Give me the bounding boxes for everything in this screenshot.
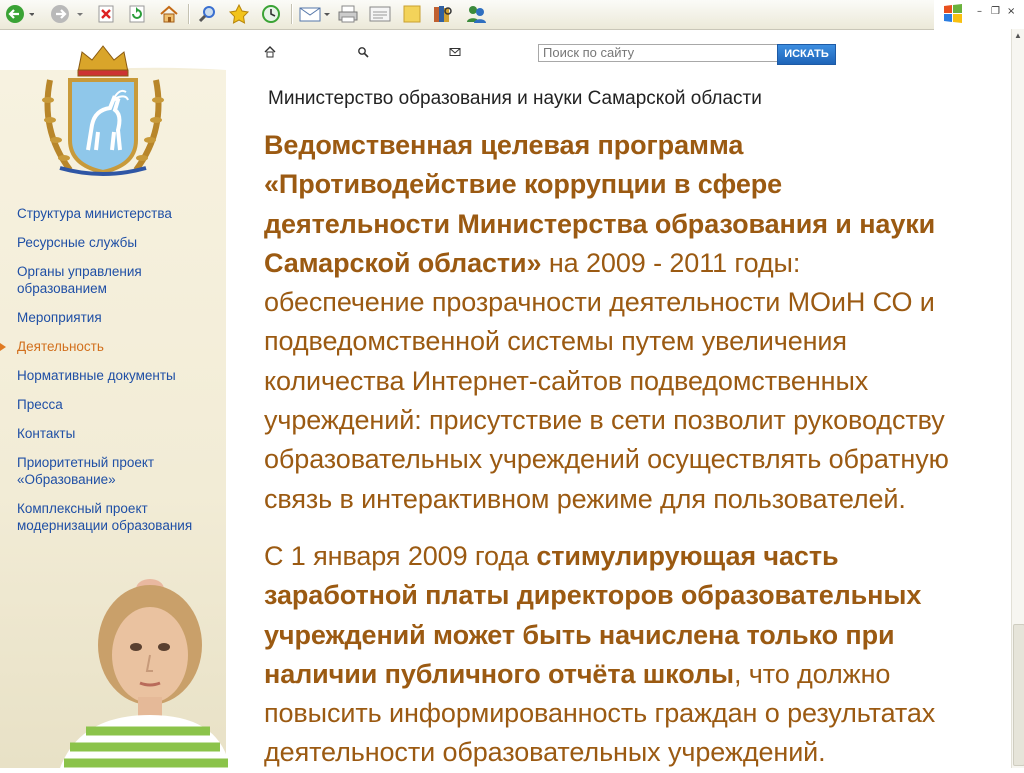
sidebar-item-regulations[interactable]: Нормативные документы bbox=[17, 367, 217, 384]
restore-button[interactable]: ❐ bbox=[991, 6, 1000, 17]
salary-intro: С 1 января 2009 года bbox=[264, 540, 537, 571]
paragraph-program: Ведомственная целевая программа «Противо… bbox=[264, 126, 964, 519]
home-icon bbox=[160, 5, 178, 23]
scroll-up-icon[interactable]: ▲ bbox=[1013, 31, 1023, 41]
back-icon bbox=[6, 5, 34, 23]
coat-of-arms-logo bbox=[42, 45, 164, 176]
sidebar-item-structure[interactable]: Структура министерства bbox=[17, 205, 217, 222]
sidebar-item-resources[interactable]: Ресурсные службы bbox=[17, 234, 217, 251]
stop-icon bbox=[98, 5, 114, 23]
sidebar-item-press[interactable]: Пресса bbox=[17, 396, 217, 413]
edit-icon bbox=[369, 6, 391, 22]
home-link-icon[interactable] bbox=[264, 46, 276, 58]
forward-icon bbox=[51, 5, 83, 23]
refresh-button[interactable] bbox=[126, 3, 148, 25]
sidebar-nav: Структура министерства Ресурсные службы … bbox=[17, 205, 217, 546]
sidebar-item-modernization[interactable]: Комплексный проект модернизации образова… bbox=[17, 500, 217, 534]
back-button[interactable] bbox=[2, 3, 36, 25]
history-button[interactable] bbox=[258, 3, 284, 25]
print-icon bbox=[338, 5, 358, 23]
research-icon bbox=[434, 6, 452, 22]
messenger-icon bbox=[467, 6, 486, 23]
print-button[interactable] bbox=[336, 3, 360, 25]
sidebar-item-activity[interactable]: Деятельность bbox=[17, 338, 217, 355]
minimize-button[interactable]: – bbox=[977, 6, 982, 17]
discuss-icon bbox=[403, 5, 421, 23]
girl-photo bbox=[60, 579, 230, 768]
search-icon bbox=[198, 6, 215, 23]
sidebar-item-priority-project[interactable]: Приоритетный проект «Образование» bbox=[17, 454, 217, 488]
active-item-marker-icon bbox=[0, 343, 6, 351]
mail-icon bbox=[299, 7, 330, 22]
browser-toolbar bbox=[0, 0, 934, 30]
forward-button[interactable] bbox=[46, 3, 88, 25]
window-controls: – ❐ × bbox=[934, 0, 1024, 29]
discuss-button[interactable] bbox=[400, 3, 424, 25]
search-submit-button[interactable]: ИСКАТЬ bbox=[777, 44, 836, 65]
ministry-title: Министерство образования и науки Самарск… bbox=[268, 88, 762, 109]
main-content: Ведомственная целевая программа «Противо… bbox=[264, 126, 964, 773]
favorites-icon bbox=[228, 4, 250, 24]
stop-button[interactable] bbox=[95, 3, 117, 25]
search-button[interactable] bbox=[195, 3, 219, 25]
refresh-icon bbox=[129, 5, 145, 23]
scrollbar-thumb[interactable] bbox=[1013, 624, 1024, 766]
vertical-scrollbar[interactable]: ▲ bbox=[1011, 29, 1024, 768]
paragraph-salary: С 1 января 2009 года стимулирующая часть… bbox=[264, 537, 964, 773]
mail-link-icon[interactable] bbox=[449, 46, 461, 58]
messenger-button[interactable] bbox=[463, 3, 489, 25]
favorites-button[interactable] bbox=[226, 3, 252, 25]
history-icon bbox=[262, 5, 280, 23]
sidebar-item-governance[interactable]: Органы управления образованием bbox=[17, 263, 217, 297]
research-button[interactable] bbox=[430, 3, 456, 25]
program-description: на 2009 - 2011 годы: обеспечение прозрач… bbox=[264, 247, 949, 514]
search-input[interactable]: Поиск по сайту bbox=[538, 44, 778, 62]
search-link-icon[interactable] bbox=[357, 46, 369, 58]
windows-logo-icon bbox=[944, 4, 962, 23]
home-button[interactable] bbox=[157, 3, 181, 25]
close-button[interactable]: × bbox=[1007, 6, 1015, 17]
sidebar-item-events[interactable]: Мероприятия bbox=[17, 309, 217, 326]
edit-button[interactable] bbox=[367, 3, 393, 25]
mail-button[interactable] bbox=[297, 3, 331, 25]
sidebar-item-contacts[interactable]: Контакты bbox=[17, 425, 217, 442]
